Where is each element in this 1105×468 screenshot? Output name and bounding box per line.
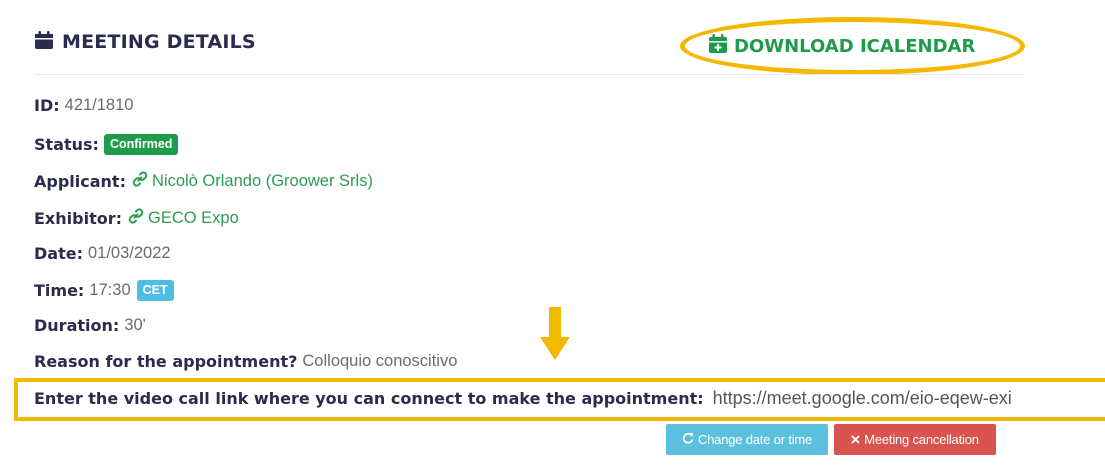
- duration-row: Duration: 30': [34, 316, 146, 335]
- date-value: 01/03/2022: [87, 244, 171, 262]
- reason-row: Reason for the appointment? Colloquio co…: [34, 352, 457, 371]
- link-icon: [127, 207, 145, 229]
- id-value: 421/1810: [64, 96, 134, 114]
- timezone-badge: CET: [136, 280, 174, 301]
- duration-value: 30': [124, 316, 146, 334]
- video-link-row: Enter the video call link where you can …: [34, 388, 1093, 409]
- calendar-plus-icon: [708, 33, 728, 59]
- status-row: Status: Confirmed: [34, 134, 179, 155]
- header-divider: [34, 74, 1024, 75]
- status-badge: Confirmed: [103, 134, 179, 155]
- download-icalendar-label: DOWNLOAD ICALENDAR: [734, 35, 976, 57]
- page-title: MEETING DETAILS: [62, 31, 256, 53]
- exhibitor-label: Exhibitor:: [34, 208, 122, 228]
- exhibitor-link[interactable]: GECO Expo: [148, 209, 239, 228]
- meeting-cancellation-label: Meeting cancellation: [864, 432, 979, 447]
- refresh-icon: [682, 432, 694, 447]
- id-label: ID:: [34, 96, 60, 115]
- video-link-input[interactable]: [712, 388, 1093, 409]
- duration-label: Duration:: [34, 316, 120, 335]
- applicant-link[interactable]: Nicolò Orlando (Groower Srls): [152, 172, 373, 191]
- close-icon: [851, 432, 860, 447]
- status-label: Status:: [34, 135, 99, 154]
- change-date-time-button[interactable]: Change date or time: [666, 424, 828, 455]
- download-icalendar-link[interactable]: DOWNLOAD ICALENDAR: [708, 33, 975, 59]
- id-row: ID: 421/1810: [34, 96, 133, 115]
- time-row: Time: 17:30 CET: [34, 280, 174, 301]
- reason-label: Reason for the appointment?: [34, 352, 298, 371]
- exhibitor-row: Exhibitor: GECO Expo: [34, 207, 239, 229]
- change-date-time-label: Change date or time: [698, 432, 812, 447]
- time-label: Time:: [34, 281, 85, 300]
- meeting-details-header: MEETING DETAILS: [34, 30, 256, 54]
- date-label: Date:: [34, 244, 83, 263]
- link-icon: [131, 170, 149, 192]
- time-value: 17:30: [89, 281, 131, 299]
- meeting-cancellation-button[interactable]: Meeting cancellation: [834, 424, 996, 455]
- calendar-icon: [34, 30, 54, 54]
- reason-value: Colloquio conoscitivo: [302, 352, 458, 370]
- video-link-label: Enter the video call link where you can …: [34, 389, 704, 408]
- date-row: Date: 01/03/2022: [34, 244, 171, 263]
- applicant-label: Applicant:: [34, 171, 126, 191]
- applicant-row: Applicant: Nicolò Orlando (Groower Srls): [34, 170, 373, 192]
- arrow-down-icon: [540, 307, 570, 362]
